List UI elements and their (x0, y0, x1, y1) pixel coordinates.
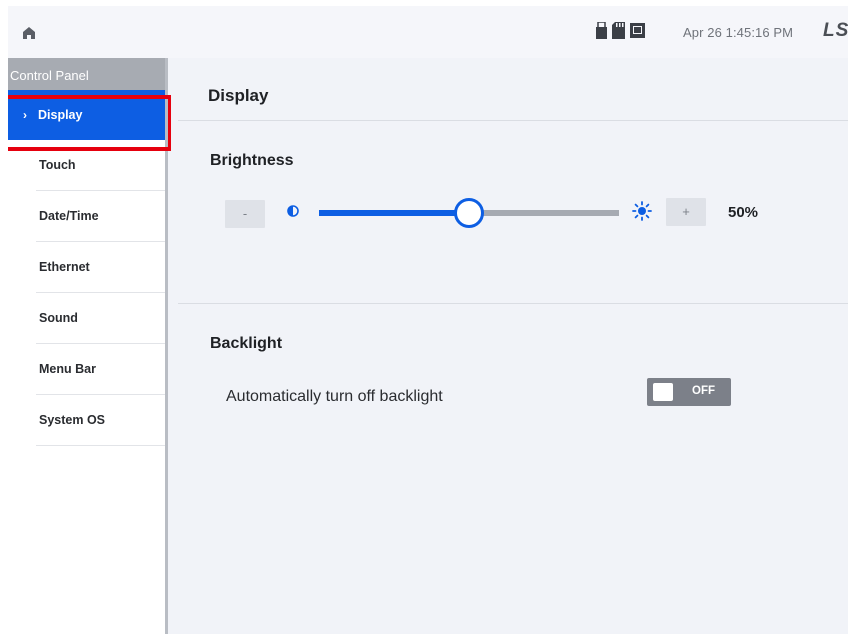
sidebar-item-sound[interactable]: Sound (36, 293, 165, 344)
brightness-low-icon (287, 204, 299, 222)
slider-fill (319, 210, 469, 216)
chevron-right-icon: › (23, 108, 27, 122)
clock: Apr 26 1:45:16 PM (683, 25, 794, 40)
brightness-title: Brightness (210, 152, 294, 169)
auto-backlight-label: Automatically turn off backlight (226, 388, 443, 405)
sidebar-item-label: Ethernet (39, 260, 90, 274)
brightness-value: 50% (728, 204, 759, 221)
sidebar-item-touch[interactable]: Touch (36, 140, 165, 191)
sidebar-item-menu-bar[interactable]: Menu Bar (36, 344, 165, 395)
sidebar-item-system-os[interactable]: System OS (36, 395, 165, 446)
sidebar-item-label: Date/Time (39, 209, 99, 223)
brightness-slider[interactable] (319, 198, 619, 228)
status-bar: Apr 26 1:45:16 PM LS (8, 6, 848, 58)
sidebar-item-display[interactable]: › Display (8, 90, 165, 140)
toggle-knob (653, 383, 673, 401)
screen-icon (630, 22, 645, 44)
usb-icon (596, 21, 607, 44)
sidebar-item-label: Touch (39, 158, 76, 172)
brightness-decrease-button[interactable]: - (225, 200, 265, 228)
home-icon[interactable] (22, 26, 36, 40)
auto-backlight-toggle[interactable]: OFF (647, 378, 731, 406)
sidebar-item-label: Sound (39, 311, 78, 325)
sidebar-item-date-time[interactable]: Date/Time (36, 191, 165, 242)
sd-card-icon (612, 22, 625, 44)
sidebar-header: Control Panel (8, 58, 165, 90)
sidebar-item-label: Display (38, 108, 83, 122)
sidebar-item-label: Menu Bar (39, 362, 96, 376)
page-title: Display (208, 86, 269, 105)
divider (178, 120, 848, 121)
sidebar-item-ethernet[interactable]: Ethernet (36, 242, 165, 293)
screen: Apr 26 1:45:16 PM LS Control Panel › Dis… (8, 6, 848, 634)
sidebar-item-label: System OS (39, 413, 106, 427)
divider (178, 303, 848, 304)
sidebar: Control Panel › Display Touch Date/Time … (8, 58, 172, 634)
brightness-increase-button[interactable]: + (666, 198, 706, 226)
brand-logo: LS (823, 20, 848, 41)
status-icons (596, 21, 645, 44)
slider-thumb[interactable] (454, 198, 484, 228)
brightness-high-icon (632, 201, 652, 226)
display-panel: Display Brightness - + 50% Backlight Aut… (171, 58, 848, 634)
backlight-title: Backlight (210, 335, 283, 352)
toggle-state-label: OFF (692, 385, 715, 397)
